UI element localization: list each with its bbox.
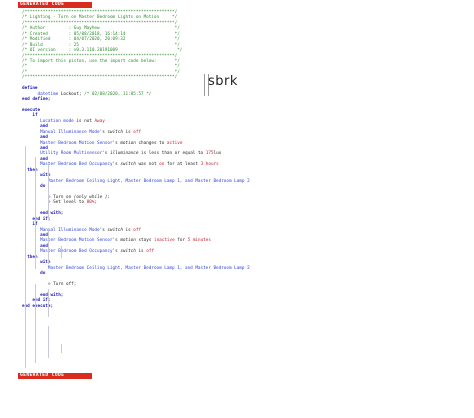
possessive: 's xyxy=(112,162,118,168)
action-icon: ⊙ xyxy=(47,281,51,287)
condition-subject: Manual Illuminance Mode xyxy=(40,227,100,233)
condition-subject: Master Bedroom Bed Occupancy xyxy=(40,249,113,255)
piston-code: /***************************************… xyxy=(22,10,462,309)
condition-operator: changes to xyxy=(138,140,165,146)
condition-operator: stays xyxy=(138,238,152,244)
device-list: Master Bedroom Ceiling Light, Master Bed… xyxy=(47,265,250,271)
condition-operator: for xyxy=(177,238,186,244)
attribute: switch xyxy=(107,227,123,233)
condition-value: Away xyxy=(94,118,105,124)
action-text: Set level to xyxy=(53,200,85,206)
condition-value: off xyxy=(133,227,142,233)
variable-comment: /* 02/08/2020, 11:05:57 */ xyxy=(84,91,152,97)
condition-value: off xyxy=(146,249,154,255)
generated-code-footer-bar: GENERATED CODE xyxy=(18,373,92,379)
do-block-guide xyxy=(61,246,62,258)
attribute: motion xyxy=(120,238,136,244)
condition-operator: is not xyxy=(76,118,92,124)
do-keyword: do xyxy=(40,271,46,276)
condition-subject: Master Bedroom Motion Sensor xyxy=(40,140,113,146)
end-execute-line[interactable]: end execute; xyxy=(22,304,462,309)
and-keyword: and xyxy=(40,124,48,130)
condition-block-guide xyxy=(48,289,49,317)
duration-unit: hours xyxy=(205,162,219,168)
action-text: Turn off; xyxy=(53,281,77,287)
possessive: 's xyxy=(102,151,108,157)
condition-block-guide xyxy=(48,163,49,219)
attribute: switch xyxy=(120,162,136,168)
attribute: motion xyxy=(120,140,136,146)
possessive: 's xyxy=(99,227,105,233)
condition-operator: was not xyxy=(138,162,157,168)
condition-subject: Location mode xyxy=(40,118,74,124)
condition-operator: is less than or equal to xyxy=(141,151,204,157)
if-block-guide xyxy=(35,157,36,269)
with-block-guide xyxy=(48,228,49,264)
condition-operator: is xyxy=(138,249,144,255)
comment-block: /***************************************… xyxy=(22,10,462,81)
attribute: illuminance xyxy=(109,151,139,157)
condition-operator: is xyxy=(125,227,131,233)
end-define-keyword: end define; xyxy=(22,97,51,102)
end-with-keyword: end with; xyxy=(40,292,64,298)
possessive: 's xyxy=(112,249,118,255)
generated-code-header-bar: GENERATED CODE xyxy=(18,2,92,8)
import-code-watermark: sbrk xyxy=(208,74,238,89)
unit: lux xyxy=(213,151,222,157)
define-keyword: define xyxy=(22,86,38,92)
condition-value: off xyxy=(133,129,142,135)
condition-subject: Utility Room Multisensor xyxy=(40,151,103,157)
condition-value: inactive xyxy=(153,238,175,244)
device-list: Master Bedroom Ceiling Light, Master Bed… xyxy=(47,178,250,184)
condition-value: active xyxy=(166,140,183,146)
if-block-guide xyxy=(35,284,36,363)
condition-subject: Master Bedroom Bed Occupancy xyxy=(40,162,113,168)
attribute: switch xyxy=(107,129,123,135)
condition-subject: Manual Illuminance Mode xyxy=(40,129,100,135)
do-keyword: do xyxy=(40,184,46,189)
possessive: 's xyxy=(112,140,118,146)
attribute: switch xyxy=(120,249,136,255)
action-value: 80% xyxy=(86,200,95,206)
with-block-guide xyxy=(48,326,49,358)
variable-type: datetime xyxy=(37,91,59,97)
condition-operator: is xyxy=(125,129,131,135)
duration-value: 3 xyxy=(200,162,204,168)
and-keyword: and xyxy=(40,135,48,141)
condition-operator: for at least xyxy=(166,162,198,168)
variable-name: Lockout xyxy=(60,91,79,97)
execute-block-guide xyxy=(25,146,26,368)
possessive: 's xyxy=(99,129,105,135)
do-block-guide xyxy=(61,344,62,353)
condition-subject: Master Bedroom Motion Sensor xyxy=(40,238,113,244)
condition-value: 175 xyxy=(205,151,214,157)
if-keyword: if xyxy=(32,113,38,119)
duration-value: 5 minutes xyxy=(187,238,211,244)
possessive: 's xyxy=(112,238,118,244)
end-with-keyword: end with; xyxy=(40,211,64,217)
condition-value: on xyxy=(159,162,165,168)
